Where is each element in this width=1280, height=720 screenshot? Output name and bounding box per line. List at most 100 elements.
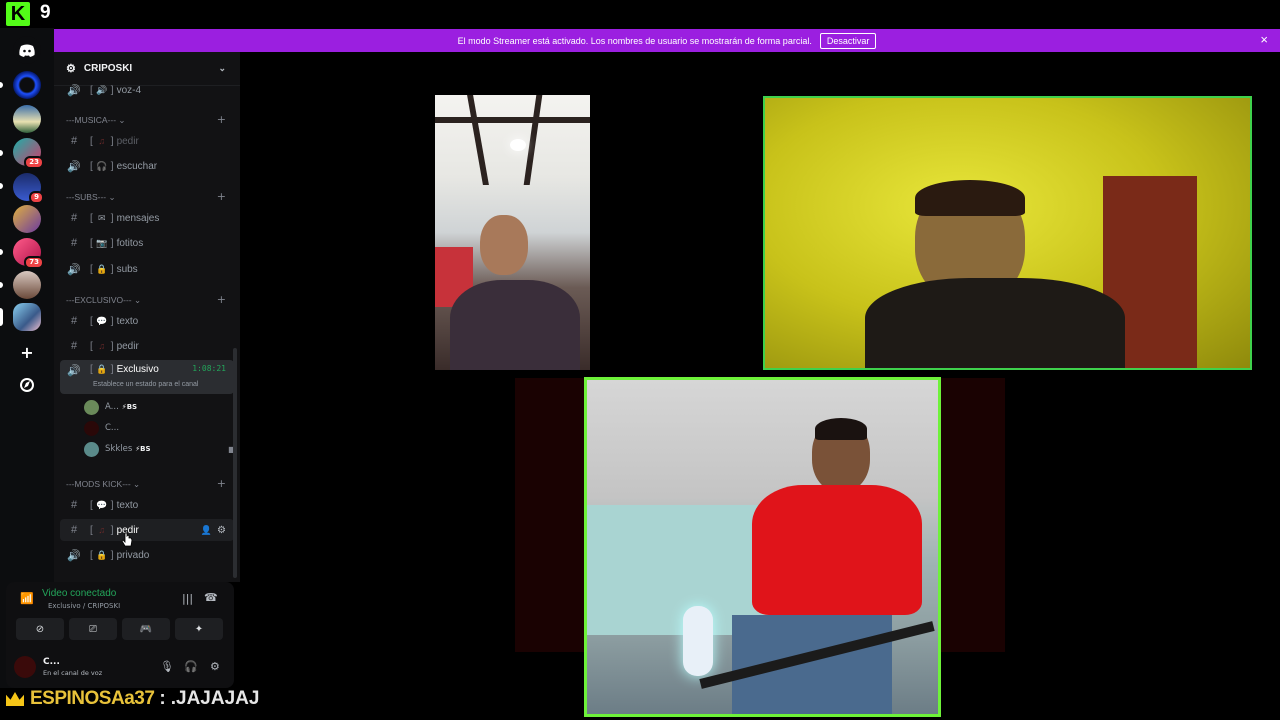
- channel-label: escuchar: [116, 160, 158, 172]
- app-root: K 9 El modo Streamer está activado. Los …: [0, 0, 1280, 720]
- settings-gear-icon[interactable]: ⚙: [210, 660, 220, 673]
- hash-icon: #: [70, 315, 78, 327]
- add-channel-icon[interactable]: +: [217, 113, 226, 126]
- hash-icon: #: [70, 499, 78, 511]
- gear-icon: ⚙: [66, 63, 76, 75]
- channel-privado[interactable]: 🔊[🔒] privado: [60, 544, 234, 566]
- category-musica[interactable]: ---MUSICA--- ⌄: [66, 115, 126, 126]
- channel-escuchar[interactable]: 🔊[🎧] escuchar: [60, 155, 234, 177]
- add-server-icon[interactable]: +: [13, 338, 41, 366]
- explore-icon[interactable]: [13, 371, 41, 399]
- channel-texto[interactable]: #[💬] texto: [60, 494, 234, 516]
- user-name: C...: [43, 657, 60, 667]
- server-icon-character[interactable]: [13, 205, 41, 233]
- lock-icon: 🔒: [96, 549, 108, 560]
- signal-icon[interactable]: 📶: [20, 592, 34, 605]
- voice-user[interactable]: C...: [84, 419, 119, 437]
- channel-subs[interactable]: 🔊[🔒] subs: [60, 258, 234, 280]
- speech-bubble-icon: 💬: [96, 315, 108, 326]
- discord-home-icon[interactable]: [13, 36, 41, 64]
- speaker-icon: 🔊: [96, 84, 108, 95]
- user-panel: C... En el canal de voz 🎙 🎧 ⚙: [14, 654, 228, 682]
- camera-off-button[interactable]: ⊘: [16, 618, 64, 640]
- noise-suppression-icon[interactable]: |||: [182, 592, 193, 605]
- channel-mensajes[interactable]: #[✉] mensajes: [60, 207, 234, 229]
- channel-label: voz-4: [116, 84, 142, 96]
- speech-bubble-icon: 💬: [96, 499, 108, 510]
- lock-icon: 🔒: [96, 364, 108, 374]
- speaker-icon: 🔊: [67, 549, 81, 562]
- headphones-icon[interactable]: 🎧: [184, 660, 198, 673]
- category-mods-kick[interactable]: ---MODS KICK--- ⌄: [66, 479, 140, 490]
- channel-pedir[interactable]: #[♫] pedir: [60, 130, 234, 152]
- channel-voz-4[interactable]: 🔊[🔊] voz-4: [60, 79, 234, 101]
- server-icon-snorlax[interactable]: [13, 105, 41, 133]
- server-icon-thedante[interactable]: 9: [13, 173, 44, 204]
- channel-sidebar: ⚙ CRIPOSKI ⌄ 🔊[🔊] voz-4 ---MUSICA--- ⌄ + …: [54, 52, 240, 582]
- voice-status-subtitle[interactable]: Exclusivo / CRIPOSKI: [48, 602, 120, 610]
- channel-label: pedir: [116, 340, 139, 352]
- server-pill: [0, 249, 3, 255]
- voice-status-title[interactable]: Video conectado: [42, 588, 116, 599]
- server-icon-art[interactable]: 23: [13, 138, 44, 169]
- invite-icon[interactable]: 👤: [201, 525, 212, 536]
- deactivate-button[interactable]: Desactivar: [819, 32, 877, 49]
- top-bar: K 9: [0, 0, 1280, 28]
- server-icon-ring[interactable]: [13, 71, 41, 99]
- server-pill: [0, 183, 3, 189]
- voice-connection-panel: 📶 Video conectado Exclusivo / CRIPOSKI |…: [6, 582, 234, 688]
- server-icon-portrait[interactable]: [13, 271, 41, 299]
- server-icon-criposki[interactable]: [13, 303, 41, 331]
- server-badge: 9: [29, 191, 44, 204]
- channel-fotitos[interactable]: #[📷] fotitos: [60, 232, 234, 254]
- add-channel-icon[interactable]: +: [217, 190, 226, 203]
- microphone-icon[interactable]: 🎙: [160, 660, 174, 673]
- avatar[interactable]: [14, 656, 36, 678]
- add-channel-icon[interactable]: +: [217, 477, 226, 490]
- channel-pedir[interactable]: #[♫] pedir: [60, 335, 234, 357]
- screen-share-button[interactable]: ⎚: [69, 618, 117, 640]
- speaker-icon: 🔊: [67, 365, 81, 377]
- server-pill: [0, 282, 3, 288]
- hash-icon: #: [70, 212, 78, 224]
- disconnect-icon[interactable]: ☎: [204, 591, 218, 604]
- server-icon-pink[interactable]: 73: [13, 238, 44, 269]
- music-note-icon: ♫: [98, 525, 106, 535]
- channel-texto[interactable]: #[💬] texto: [60, 310, 234, 332]
- server-badge: 73: [24, 256, 44, 269]
- chat-separator: :: [159, 688, 166, 709]
- video-tile-participant-1[interactable]: [435, 95, 590, 370]
- banner-text: El modo Streamer está activado. Los nomb…: [457, 35, 812, 46]
- chat-message: .JAJAJAJ: [170, 688, 260, 709]
- soundboard-button[interactable]: ✦: [175, 618, 223, 640]
- sidebar-scrollbar[interactable]: [233, 348, 237, 578]
- channel-label: mensajes: [116, 212, 160, 224]
- channel-label: fotitos: [116, 237, 144, 249]
- hash-icon: #: [70, 340, 78, 352]
- activities-button[interactable]: 🎮: [122, 618, 170, 640]
- voice-user[interactable]: A...⚡BS■: [84, 398, 137, 416]
- category-subs[interactable]: ---SUBS--- ⌄: [66, 192, 116, 203]
- gear-icon[interactable]: ⚙: [217, 525, 226, 536]
- kick-logo: K: [6, 2, 36, 26]
- channel-label: privado: [116, 549, 150, 561]
- chevron-down-icon: ⌄: [218, 63, 226, 73]
- crown-badge-icon: [6, 692, 24, 706]
- channel-label: pedir: [116, 135, 139, 147]
- server-pill-selected: [0, 308, 3, 326]
- close-icon[interactable]: ×: [1260, 32, 1268, 47]
- server-badge: 23: [24, 156, 44, 169]
- add-channel-icon[interactable]: +: [217, 293, 226, 306]
- user-status: En el canal de voz: [43, 669, 103, 677]
- video-tile-participant-2-speaking[interactable]: [763, 96, 1252, 370]
- channel-pedir-hovered[interactable]: #[♫] pedir 👤 ⚙: [60, 519, 234, 541]
- channel-label: subs: [116, 263, 138, 275]
- video-tile-participant-3-speaking[interactable]: [584, 377, 941, 717]
- voice-user[interactable]: Skkles ⚡BS ■: [84, 440, 236, 458]
- set-status-hint[interactable]: Establece un estado para el canal: [93, 381, 198, 388]
- avatar: [84, 441, 99, 457]
- channel-label: texto: [116, 315, 139, 327]
- channel-exclusivo-voice[interactable]: 🔊[🔒] Exclusivo 1:08:21 Establece un estad…: [60, 360, 234, 394]
- category-exclusivo[interactable]: ---EXCLUSIVO--- ⌄: [66, 295, 141, 306]
- headphones-icon: 🎧: [96, 160, 108, 171]
